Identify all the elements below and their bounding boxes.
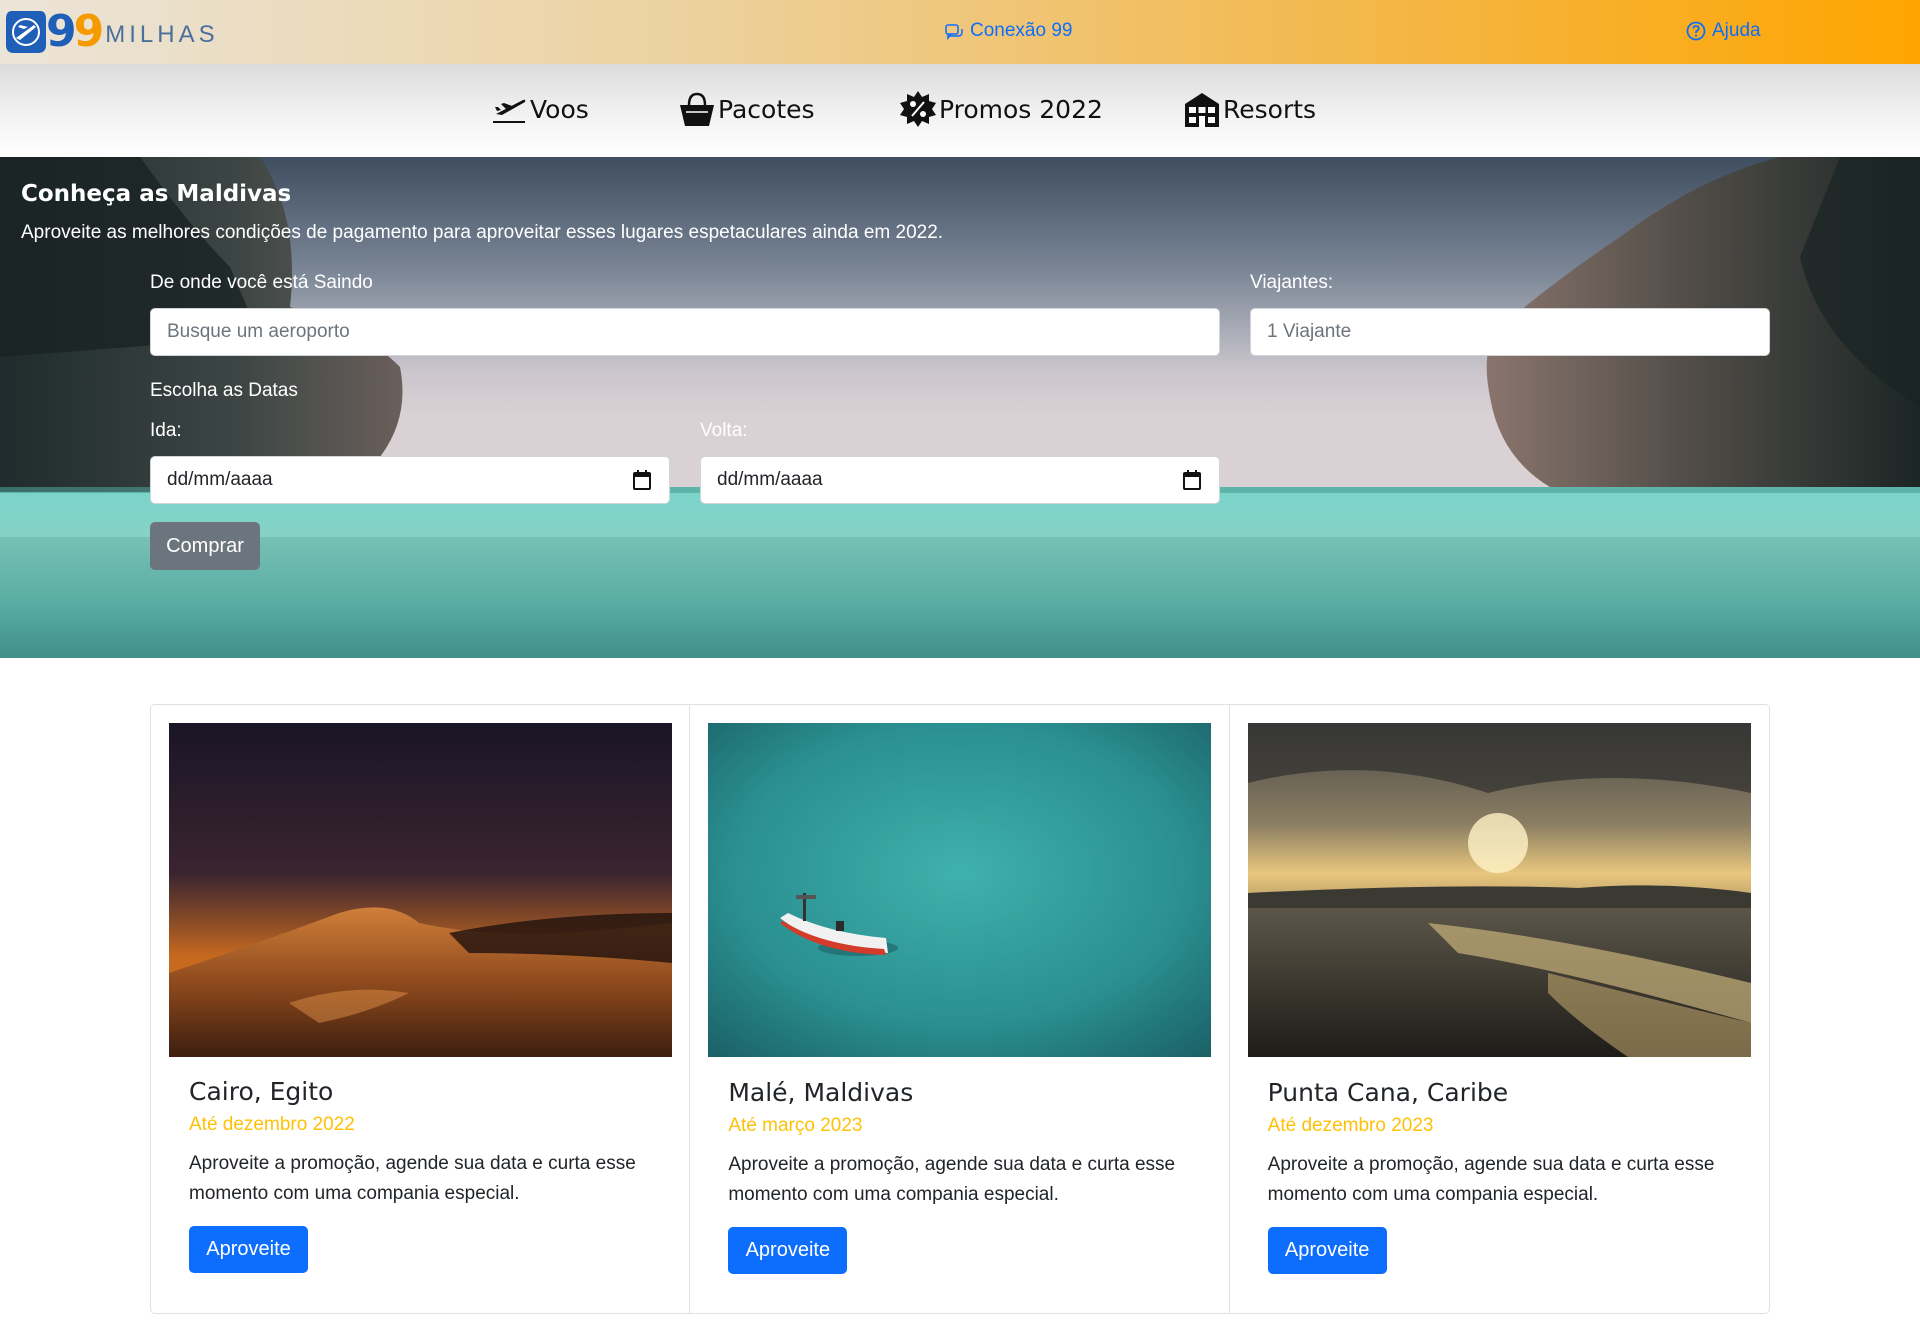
- card-title: Cairo, Egito: [189, 1077, 334, 1106]
- destination-card-punta-cana: Punta Cana, Caribe Até dezembro 2023 Apr…: [1230, 705, 1769, 1313]
- departure-date-input[interactable]: dd/mm/aaaa: [150, 456, 670, 504]
- card-date: Até março 2023: [728, 1115, 863, 1136]
- dates-label: Escolha as Datas: [150, 380, 298, 401]
- travelers-placeholder: 1 Viajante: [1267, 321, 1352, 342]
- nav-label-promos: Promos 2022: [939, 94, 1103, 124]
- card-image-desert: [169, 723, 672, 1057]
- origin-label: De onde você está Saindo: [150, 272, 373, 293]
- travelers-input[interactable]: 1 Viajante: [1250, 308, 1770, 356]
- card-text: Aproveite a promoção, agende sua data e …: [728, 1154, 1176, 1205]
- nav-item-promos[interactable]: Promos 2022: [899, 90, 1103, 128]
- airplane-takeoff-icon: [493, 99, 526, 123]
- conexao-99-label: Conexão 99: [970, 20, 1073, 41]
- destination-card-cairo: Cairo, Egito Até dezembro 2022 Aproveite…: [151, 705, 691, 1313]
- conexao-99-link[interactable]: Conexão 99: [944, 20, 1072, 42]
- logo-wordmark: MILHAS: [105, 21, 219, 48]
- card-image-beach-sunset: [1247, 723, 1751, 1057]
- question-circle-icon: [1686, 21, 1706, 41]
- card-date: Até dezembro 2023: [1267, 1115, 1434, 1136]
- card-title: Punta Cana, Caribe: [1267, 1078, 1509, 1107]
- departure-date-value: dd/mm/aaaa: [167, 469, 273, 490]
- top-bar: 99 MILHAS Conexão 99 Ajuda: [0, 0, 1920, 64]
- buy-button[interactable]: Comprar: [150, 522, 260, 570]
- logo[interactable]: 99 MILHAS: [4, 4, 219, 60]
- resort-building-icon: [1185, 93, 1219, 127]
- calendar-icon[interactable]: [1183, 470, 1201, 490]
- card-date: Até dezembro 2022: [189, 1114, 355, 1135]
- nav-label-pacotes: Pacotes: [718, 94, 815, 124]
- nav-item-resorts[interactable]: Resorts: [1183, 90, 1316, 128]
- chat-bubbles-icon: [945, 24, 963, 41]
- aproveite-button[interactable]: Aproveite: [1267, 1227, 1387, 1274]
- shopping-bag-icon: [680, 92, 714, 126]
- hero-banner: Conheça as Maldivas Aproveite as melhore…: [0, 157, 1920, 658]
- origin-airport-input[interactable]: Busque um aeroporto: [150, 308, 1220, 356]
- travelers-label: Viajantes:: [1250, 272, 1334, 293]
- logo-digits: 99: [46, 6, 104, 57]
- aproveite-button[interactable]: Aproveite: [189, 1226, 308, 1273]
- card-text: Aproveite a promoção, agende sua data e …: [189, 1153, 636, 1204]
- return-date-input[interactable]: dd/mm/aaaa: [700, 456, 1220, 504]
- hero-subtitle: Aproveite as melhores condições de pagam…: [21, 222, 944, 243]
- nav-item-voos[interactable]: Voos: [490, 90, 589, 128]
- aproveite-button[interactable]: Aproveite: [728, 1227, 848, 1274]
- help-link[interactable]: Ajuda: [1686, 20, 1761, 42]
- calendar-icon[interactable]: [633, 470, 651, 490]
- logo-plane-badge-icon: [4, 7, 48, 57]
- return-label: Volta:: [700, 420, 748, 441]
- nav-item-pacotes[interactable]: Pacotes: [678, 90, 815, 128]
- nav-label-voos: Voos: [530, 94, 589, 124]
- destination-cards: Cairo, Egito Até dezembro 2022 Aproveite…: [150, 704, 1770, 1314]
- nav-label-resorts: Resorts: [1223, 94, 1317, 124]
- hero-title: Conheça as Maldivas: [21, 181, 292, 207]
- card-image-boat: [708, 723, 1212, 1057]
- main-nav: Voos Pacotes Promos 2022 Resorts: [0, 64, 1920, 157]
- destination-card-male: Malé, Maldivas Até março 2023 Aproveite …: [690, 705, 1230, 1313]
- discount-badge-icon: [900, 91, 936, 127]
- card-text: Aproveite a promoção, agende sua data e …: [1267, 1154, 1715, 1205]
- help-label: Ajuda: [1712, 20, 1761, 41]
- departure-label: Ida:: [150, 420, 182, 441]
- origin-airport-placeholder: Busque um aeroporto: [167, 321, 350, 342]
- card-title: Malé, Maldivas: [728, 1078, 914, 1107]
- return-date-value: dd/mm/aaaa: [717, 469, 823, 490]
